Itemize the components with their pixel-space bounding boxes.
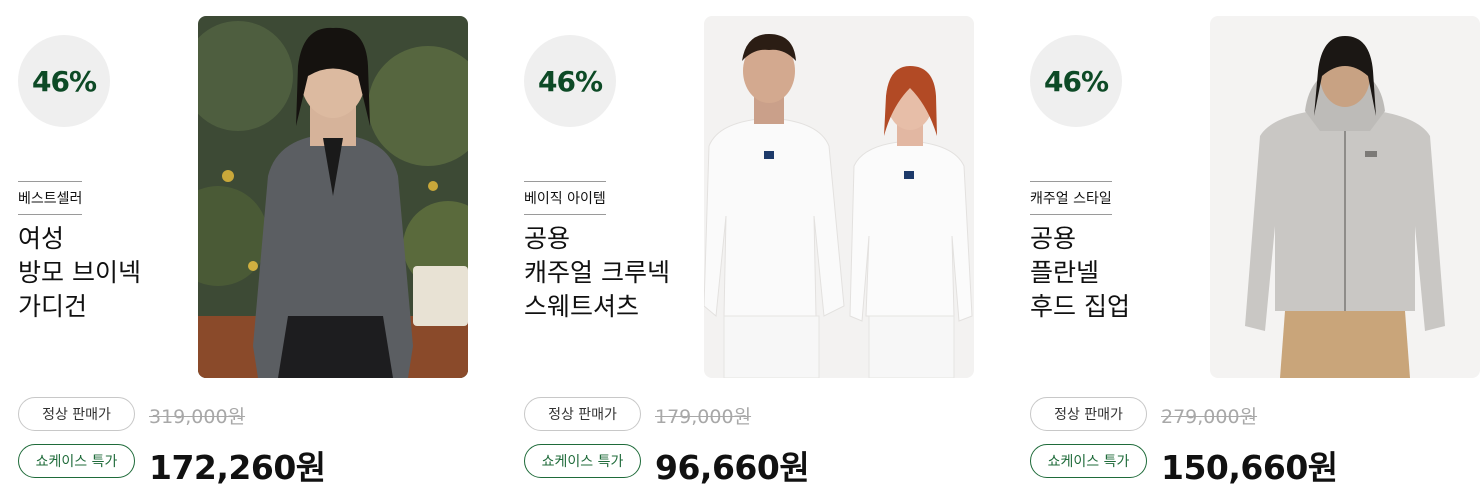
sale-price: 96,660원 <box>655 448 810 487</box>
discount-badge: 46% <box>1030 35 1122 127</box>
title-line: 방모 브이넥 <box>18 258 141 287</box>
title-line: 캐주얼 크루넥 <box>524 258 670 287</box>
original-price: 179,000원 <box>655 406 752 428</box>
original-price: 319,000원 <box>149 406 246 428</box>
title-line: 가디건 <box>18 292 88 321</box>
discount-badge: 46% <box>524 35 616 127</box>
product-image[interactable] <box>704 16 974 378</box>
product-showcase-row: 46% 베스트셀러 여성 방모 브이넥 가디건 정상 판매가 319,000원 … <box>0 0 1481 487</box>
title-line: 플란넬 <box>1030 258 1100 287</box>
product-card[interactable]: 46% 베스트셀러 여성 방모 브이넥 가디건 정상 판매가 319,000원 … <box>0 0 470 487</box>
title-line: 스웨트셔츠 <box>524 292 640 321</box>
product-card[interactable]: 46% 캐주얼 스타일 공용 플란넬 후드 집업 정상 판매가 279,000원… <box>1012 0 1481 487</box>
regular-price-label: 정상 판매가 <box>18 397 135 431</box>
showcase-sale-label: 쇼케이스 특가 <box>524 444 641 478</box>
sale-price: 150,660원 <box>1161 448 1338 487</box>
product-image[interactable] <box>1210 16 1480 378</box>
showcase-sale-label: 쇼케이스 특가 <box>1030 444 1147 478</box>
title-line: 여성 <box>18 224 65 253</box>
product-tag: 베스트셀러 <box>18 181 83 215</box>
product-tag: 베이직 아이템 <box>524 181 606 215</box>
sale-price: 172,260원 <box>149 448 326 487</box>
product-title[interactable]: 여성 방모 브이넥 가디건 <box>18 222 141 324</box>
discount-badge: 46% <box>18 35 110 127</box>
product-tag: 캐주얼 스타일 <box>1030 181 1112 215</box>
product-title[interactable]: 공용 캐주얼 크루넥 스웨트셔츠 <box>524 222 670 324</box>
regular-price-label: 정상 판매가 <box>1030 397 1147 431</box>
title-line: 공용 <box>1030 224 1077 253</box>
product-image[interactable] <box>198 16 468 378</box>
original-price: 279,000원 <box>1161 406 1258 428</box>
product-title[interactable]: 공용 플란넬 후드 집업 <box>1030 222 1130 324</box>
title-line: 후드 집업 <box>1030 292 1130 321</box>
title-line: 공용 <box>524 224 571 253</box>
showcase-sale-label: 쇼케이스 특가 <box>18 444 135 478</box>
product-card[interactable]: 46% 베이직 아이템 공용 캐주얼 크루넥 스웨트셔츠 정상 판매가 179,… <box>506 0 976 487</box>
regular-price-label: 정상 판매가 <box>524 397 641 431</box>
